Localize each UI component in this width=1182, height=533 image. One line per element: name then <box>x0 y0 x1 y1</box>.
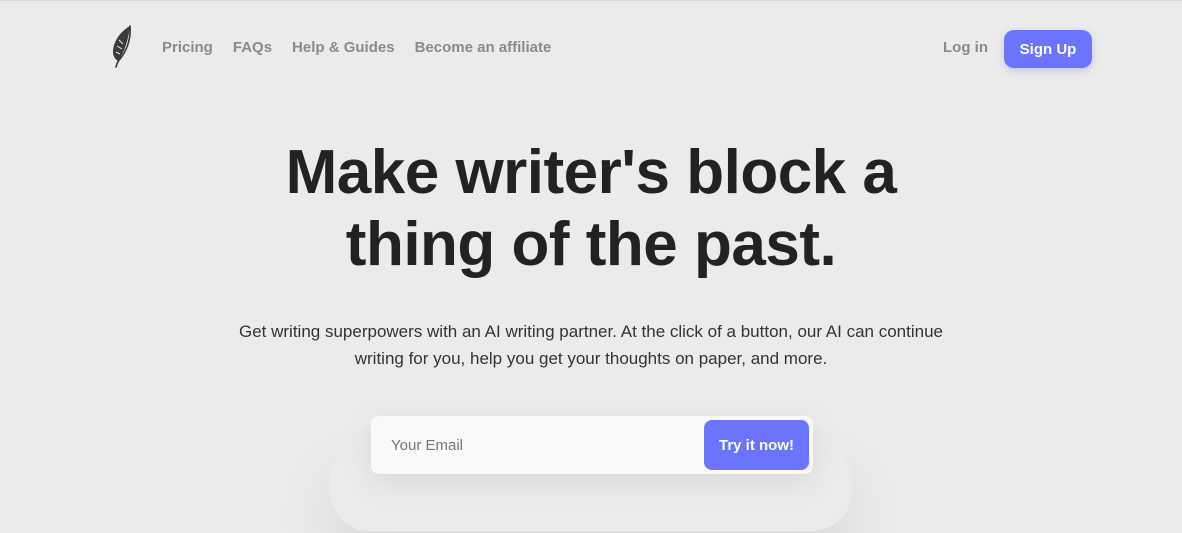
try-it-now-button[interactable]: Try it now! <box>704 420 809 470</box>
signup-button[interactable]: Sign Up <box>1004 30 1092 68</box>
nav-link-faqs[interactable]: FAQs <box>233 39 272 57</box>
login-link[interactable]: Log in <box>943 39 988 57</box>
hero-title-line-2: thing of the past. <box>345 210 837 279</box>
feather-icon[interactable] <box>110 25 136 69</box>
nav-links: Pricing FAQs Help & Guides Become an aff… <box>162 39 551 57</box>
nav-link-affiliate[interactable]: Become an affiliate <box>415 39 552 57</box>
hero-subtitle-line-2: writing for you, help you get your thoug… <box>354 349 828 368</box>
hero-title: Make writer's block a thing of the past. <box>0 137 1182 281</box>
hero-subtitle: Get writing superpowers with an AI writi… <box>0 318 1182 372</box>
hero-title-line-1: Make writer's block a <box>285 138 897 207</box>
top-navigation: Pricing FAQs Help & Guides Become an aff… <box>0 1 1182 97</box>
email-input[interactable] <box>371 416 703 474</box>
hero-subtitle-line-1: Get writing superpowers with an AI writi… <box>239 322 943 341</box>
nav-link-help-guides[interactable]: Help & Guides <box>292 39 395 57</box>
nav-link-pricing[interactable]: Pricing <box>162 39 213 57</box>
email-signup-form: Try it now! <box>371 416 813 474</box>
landing-page: Pricing FAQs Help & Guides Become an aff… <box>0 0 1182 533</box>
